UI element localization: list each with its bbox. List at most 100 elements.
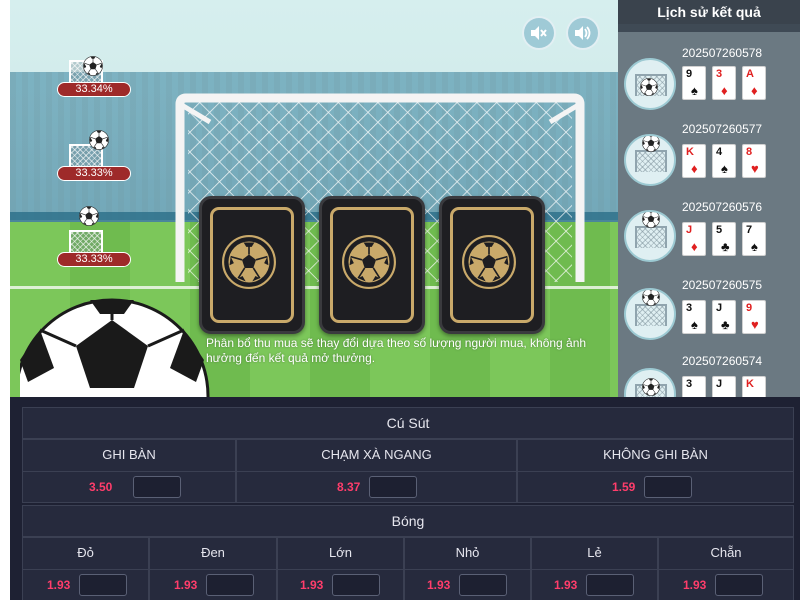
mute-button[interactable]: [522, 16, 556, 50]
playing-card: J ♦: [682, 222, 706, 256]
ball-icon: [642, 288, 660, 306]
volume-icon: [575, 26, 591, 40]
bet-option-lon[interactable]: Lớn 1.93: [277, 537, 404, 600]
betting-panel: Cú Sút GHI BÀN 3.50 CHẠM XÀ NGANG 8.37 K…: [10, 397, 800, 600]
ball-icon: [642, 378, 660, 396]
mini-goal-icon: [635, 226, 667, 248]
playing-card: 8 ♥: [742, 144, 766, 178]
round-id: 202507260576: [682, 200, 763, 214]
playing-card: A ♦: [742, 66, 766, 100]
percent-badge: 33.33%: [57, 166, 131, 181]
bet-option-den[interactable]: Đen 1.93: [149, 537, 277, 600]
soccer-ball-icon: [222, 235, 276, 289]
odds-value: 1.93: [683, 578, 707, 592]
bet-amount-input[interactable]: [644, 476, 692, 498]
mute-icon: [531, 26, 547, 40]
playing-card: 7 ♠: [742, 222, 766, 256]
goal-result-icon: [624, 288, 676, 340]
cu-sut-header: Cú Sút: [22, 407, 794, 439]
bet-option-label: Lẻ: [532, 538, 657, 570]
history-row[interactable]: 202507260577 K ♦ 4 ♠ 8 ♥: [618, 116, 800, 194]
bet-option-label: Lớn: [278, 538, 403, 570]
bet-option-chan[interactable]: Chẵn 1.93: [658, 537, 794, 600]
history-row[interactable]: 202507260576 J ♦ 5 ♣ 7 ♠: [618, 194, 800, 272]
playing-card: K ♦: [682, 144, 706, 178]
playing-card: J: [712, 376, 736, 397]
card-3[interactable]: [439, 196, 545, 334]
bet-option-le[interactable]: Lẻ 1.93: [531, 537, 658, 600]
goal-result-icon: [624, 134, 676, 186]
bet-amount-input[interactable]: [332, 574, 380, 596]
bet-option-nho[interactable]: Nhỏ 1.93: [404, 537, 531, 600]
ball-icon: [642, 210, 660, 228]
ball-icon: [642, 134, 660, 152]
history-row[interactable]: 202507260575 3 ♠ J ♣ 9 ♥: [618, 272, 800, 350]
bet-amount-input[interactable]: [369, 476, 417, 498]
ball-icon: [640, 78, 658, 96]
bet-option-label: CHẠM XÀ NGANG: [237, 440, 516, 472]
bet-amount-input[interactable]: [206, 574, 254, 596]
card-2[interactable]: [319, 196, 425, 334]
odds-value: 1.93: [554, 578, 578, 592]
bet-option-ghi-ban[interactable]: GHI BÀN 3.50: [22, 439, 236, 503]
ball-icon: [89, 130, 109, 150]
goal-option-3[interactable]: 33.33%: [57, 222, 131, 272]
mini-goal-icon: [635, 304, 667, 326]
bong-header: Bóng: [22, 505, 794, 537]
playing-card: 4 ♠: [712, 144, 736, 178]
bet-option-cham-xa-ngang[interactable]: CHẠM XÀ NGANG 8.37: [236, 439, 517, 503]
playing-card: 5 ♣: [712, 222, 736, 256]
mini-goal-icon: [635, 150, 667, 172]
playing-card: 3 ♦: [712, 66, 736, 100]
odds-value: 1.93: [174, 578, 198, 592]
ball-icon: [83, 56, 103, 76]
bet-amount-input[interactable]: [459, 574, 507, 596]
bet-amount-input[interactable]: [586, 574, 634, 596]
odds-value: 8.37: [337, 480, 361, 494]
bet-amount-input[interactable]: [715, 574, 763, 596]
odds-value: 3.50: [89, 480, 113, 494]
bet-option-label: Đen: [150, 538, 276, 570]
soccer-ball-icon: [342, 235, 396, 289]
history-row[interactable]: 202507260574 3 J K: [618, 350, 800, 397]
goal-result-icon: [624, 210, 676, 262]
playing-card: J ♣: [712, 300, 736, 334]
ball-icon: [79, 206, 99, 226]
volume-button[interactable]: [566, 16, 600, 50]
goal-option-1[interactable]: 33.34%: [57, 52, 131, 102]
history-list[interactable]: 202507260578 9 ♠ 3 ♦ A ♦ 202507260577 K ♦ 4 ♠…: [618, 32, 800, 397]
bet-amount-input[interactable]: [79, 574, 127, 596]
big-soccer-ball-image: [20, 298, 210, 397]
playing-card: 3 ♠: [682, 300, 706, 334]
goal-result-icon: [624, 368, 676, 397]
goal-result-icon: [624, 58, 676, 110]
round-id: 202507260577: [682, 122, 763, 136]
playing-card: K: [742, 376, 766, 397]
playing-card: 9 ♥: [742, 300, 766, 334]
game-stage: 33.34% 33.33% 33.33% Phân bổ thu mua sẽ …: [10, 0, 618, 397]
round-id: 202507260578: [682, 46, 763, 60]
round-id: 202507260574: [682, 354, 763, 368]
history-title: Lịch sử kết quả: [618, 0, 800, 24]
bet-option-khong-ghi-ban[interactable]: KHÔNG GHI BÀN 1.59: [517, 439, 794, 503]
notice-text: Phân bổ thu mua sẽ thay đổi dựa theo số …: [206, 336, 587, 365]
goal-option-2[interactable]: 33.33%: [57, 136, 131, 186]
bet-option-label: GHI BÀN: [23, 440, 235, 472]
soccer-ball-icon: [462, 235, 516, 289]
bet-option-label: Đỏ: [23, 538, 148, 570]
mini-goal-icon: [69, 230, 103, 254]
odds-value: 1.93: [300, 578, 324, 592]
round-id: 202507260575: [682, 278, 763, 292]
percent-badge: 33.33%: [57, 252, 131, 267]
result-history-panel[interactable]: Lịch sử kết quả 202507260578 9 ♠ 3 ♦ A ♦ 20…: [618, 0, 800, 397]
history-row[interactable]: 202507260578 9 ♠ 3 ♦ A ♦: [618, 38, 800, 116]
game-app: 33.34% 33.33% 33.33% Phân bổ thu mua sẽ …: [0, 0, 800, 600]
percent-badge: 33.34%: [57, 82, 131, 97]
bet-option-label: Chẵn: [659, 538, 793, 570]
bet-option-label: Nhỏ: [405, 538, 530, 570]
bet-option-do[interactable]: Đỏ 1.93: [22, 537, 149, 600]
odds-value: 1.93: [47, 578, 71, 592]
odds-value: 1.93: [427, 578, 451, 592]
bet-amount-input[interactable]: [133, 476, 181, 498]
playing-card: 9 ♠: [682, 66, 706, 100]
